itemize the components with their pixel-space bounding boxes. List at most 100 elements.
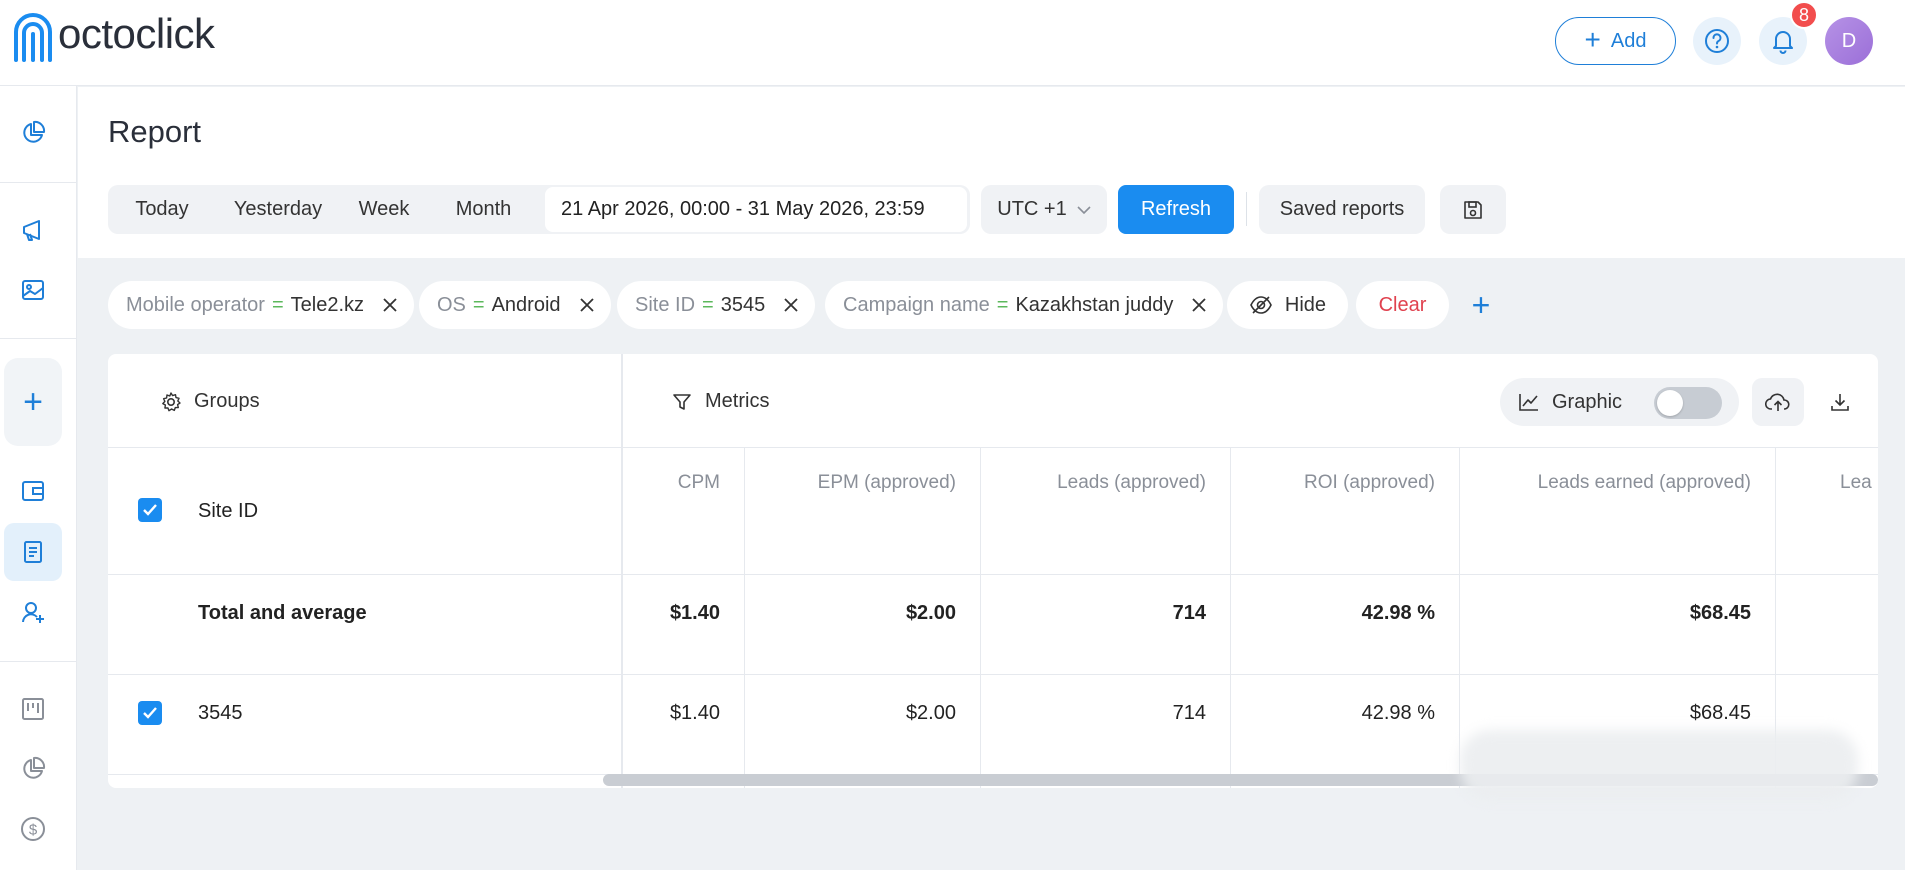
check-icon [143, 504, 157, 516]
select-all-checkbox[interactable] [138, 498, 162, 522]
close-icon[interactable] [579, 297, 595, 313]
filter-chip-os[interactable]: OS = Android [419, 281, 611, 329]
sidebar-item-reports[interactable] [4, 523, 62, 581]
blurred-overlay [1460, 730, 1858, 800]
line-chart-icon [1519, 394, 1538, 411]
brand-logo[interactable]: octoclick [12, 10, 215, 64]
chevron-down-icon [1077, 205, 1091, 214]
report-table-panel: Groups Metrics Graphic Site ID Total and… [108, 354, 1878, 788]
octopus-logo-icon [14, 13, 52, 62]
sidebar-new-button[interactable]: + [4, 358, 62, 446]
total-cell: 42.98 % [1361, 602, 1435, 624]
column-header[interactable]: ROI (approved) [1304, 472, 1435, 494]
filter-value: Kazakhstan juddy [1015, 293, 1174, 316]
toggle-knob [1657, 390, 1683, 416]
notifications-badge: 8 [1790, 1, 1818, 29]
close-icon[interactable] [1191, 297, 1207, 313]
column-header[interactable]: CPM [678, 472, 720, 494]
timezone-value: UTC +1 [997, 198, 1067, 220]
user-avatar[interactable]: D [1825, 17, 1873, 65]
check-icon [143, 707, 157, 719]
sidebar-item-audiences[interactable] [4, 583, 62, 641]
saved-reports-button[interactable]: Saved reports [1259, 185, 1425, 234]
table-column-cpm: CPM $1.40 $1.40 [625, 448, 745, 788]
total-cell: 714 [1172, 602, 1206, 624]
sidebar-item-board[interactable] [4, 680, 62, 738]
filter-key: Mobile operator [126, 293, 265, 316]
row-checkbox[interactable] [138, 701, 162, 725]
column-header[interactable]: Leads earned (approved) [1538, 472, 1751, 494]
download-icon [1831, 394, 1849, 411]
eye-off-icon [1250, 296, 1272, 314]
close-icon[interactable] [382, 297, 398, 313]
table-cell: $1.40 [669, 702, 720, 724]
sidebar-divider [0, 338, 77, 339]
sidebar-item-campaigns[interactable] [4, 201, 62, 259]
group-column-header[interactable]: Site ID [198, 500, 258, 523]
group-column [108, 354, 623, 788]
wallet-icon [22, 481, 44, 501]
groups-button[interactable]: Groups [160, 390, 260, 413]
total-cell: $2.00 [905, 602, 956, 624]
filter-value: Tele2.kz [290, 293, 365, 316]
add-filter-button[interactable]: + [1466, 287, 1496, 323]
plus-icon: + [1471, 286, 1491, 323]
graphic-toggle-group: Graphic [1500, 378, 1739, 426]
close-icon[interactable] [783, 297, 799, 313]
period-today[interactable]: Today [110, 187, 214, 232]
filter-chip-site-id[interactable]: Site ID = 3545 [617, 281, 816, 329]
floppy-disk-icon [1464, 200, 1482, 219]
table-cell: 42.98 % [1361, 702, 1435, 724]
table-column-epm-approved: EPM (approved) $2.00 $2.00 [745, 448, 981, 788]
timezone-select[interactable]: UTC +1 [981, 185, 1107, 234]
column-header[interactable]: EPM (approved) [818, 472, 956, 494]
user-plus-icon [22, 602, 44, 623]
add-button[interactable]: + Add [1555, 17, 1676, 65]
sidebar-item-dashboard[interactable] [4, 104, 62, 162]
help-button[interactable] [1693, 17, 1741, 65]
table-cell: $68.45 [1689, 702, 1751, 724]
table-column-roi-approved: ROI (approved) 42.98 % 42.98 % [1231, 448, 1460, 788]
column-header[interactable]: Lea [1840, 472, 1872, 494]
refresh-button[interactable]: Refresh [1118, 185, 1234, 234]
bell-icon [1773, 31, 1793, 54]
graphic-toggle[interactable] [1654, 387, 1722, 419]
clear-filters-button[interactable]: Clear [1356, 281, 1449, 329]
top-bar: octoclick + Add 8 D [0, 0, 1905, 86]
download-button[interactable] [1814, 378, 1866, 426]
sidebar: + $ [0, 86, 77, 870]
report-icon [24, 541, 42, 563]
plus-icon: + [1584, 23, 1601, 55]
upload-button[interactable] [1752, 378, 1804, 426]
metrics-button[interactable]: Metrics [671, 390, 769, 413]
period-month[interactable]: Month [426, 187, 541, 232]
cloud-upload-icon [1765, 393, 1790, 411]
hide-filters-button[interactable]: Hide [1227, 281, 1348, 329]
filter-value: 3545 [720, 293, 766, 316]
toolbar-divider [1246, 192, 1247, 226]
brand-name: octoclick [58, 10, 215, 57]
filter-chip-campaign-name[interactable]: Campaign name = Kazakhstan juddy [825, 281, 1224, 329]
sidebar-item-statistics[interactable] [4, 740, 62, 798]
sidebar-item-wallet[interactable] [4, 462, 62, 520]
save-report-button[interactable] [1440, 185, 1506, 234]
filter-funnel-icon [673, 393, 691, 410]
sidebar-divider [0, 182, 77, 183]
period-week[interactable]: Week [342, 187, 426, 232]
add-button-label: Add [1610, 29, 1647, 52]
date-range-input[interactable]: 21 Apr 2026, 00:00 - 31 May 2026, 23:59 [545, 187, 967, 232]
pie-chart-icon [23, 756, 46, 779]
period-yesterday[interactable]: Yesterday [214, 187, 342, 232]
sidebar-item-creatives[interactable] [4, 261, 62, 319]
hide-label: Hide [1284, 293, 1327, 316]
filter-operator: = [702, 293, 714, 316]
help-icon [1705, 29, 1729, 53]
column-header[interactable]: Leads (approved) [1057, 472, 1206, 494]
svg-text:$: $ [29, 822, 38, 839]
graphic-label: Graphic [1552, 390, 1623, 413]
kanban-icon [22, 698, 44, 720]
sidebar-item-finance[interactable]: $ [4, 800, 62, 858]
filter-chip-mobile-operator[interactable]: Mobile operator = Tele2.kz [108, 281, 415, 329]
groups-label: Groups [194, 390, 260, 412]
page-title: Report [108, 114, 202, 149]
